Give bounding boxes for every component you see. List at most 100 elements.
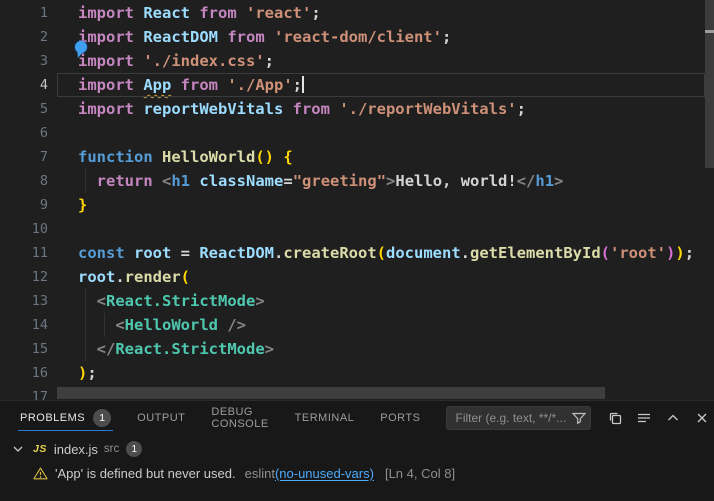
line-number[interactable]: 3 <box>0 49 57 73</box>
code-token: ; <box>87 364 96 382</box>
code-line[interactable]: import App from './App'; <box>57 73 705 97</box>
code-token: > <box>265 340 274 358</box>
problem-count-badge: 1 <box>126 441 142 457</box>
code-token <box>78 340 97 358</box>
problem-rule-link[interactable]: (no-unused-vars) <box>275 466 374 481</box>
tab-ports[interactable]: PORTS <box>380 401 420 434</box>
code-token: root <box>78 268 115 286</box>
tab-label: PORTS <box>380 412 420 424</box>
code-token: ; <box>311 4 320 22</box>
code-line[interactable] <box>57 217 705 241</box>
code-token: ; <box>685 244 694 262</box>
code-line[interactable]: const root = ReactDOM.createRoot(documen… <box>57 241 705 265</box>
close-icon[interactable] <box>691 407 713 429</box>
code-token: = <box>283 172 292 190</box>
list-lines-icon[interactable] <box>633 407 655 429</box>
line-number[interactable]: 1 <box>0 1 57 25</box>
code-token <box>274 148 283 166</box>
tab-label: DEBUG CONSOLE <box>211 406 268 430</box>
line-number[interactable]: 8 <box>0 169 57 193</box>
code-token: React <box>143 4 199 22</box>
code-line[interactable]: } <box>57 193 705 217</box>
line-number[interactable]: 13 <box>0 289 57 313</box>
line-number[interactable]: 15 <box>0 337 57 361</box>
code-line[interactable]: </React.StrictMode> <box>57 337 705 361</box>
code-token: ReactDOM <box>199 244 274 262</box>
overview-ruler-mark <box>705 30 714 33</box>
code-line[interactable] <box>57 121 705 145</box>
line-number[interactable]: 7 <box>0 145 57 169</box>
code-line[interactable]: <React.StrictMode> <box>57 289 705 313</box>
code-token: './index.css' <box>143 52 264 70</box>
line-number[interactable]: 9 <box>0 193 57 217</box>
code-editor[interactable]: 1234567891011121314151617 import React f… <box>0 0 714 400</box>
vertical-scrollbar-thumb[interactable] <box>705 0 714 168</box>
line-number[interactable]: 5 <box>0 97 57 121</box>
line-number[interactable]: 4 <box>0 73 57 97</box>
code-token: > <box>386 172 395 190</box>
file-path: src <box>104 443 119 455</box>
code-token: React.StrictMode <box>115 340 264 358</box>
tab-debug-console[interactable]: DEBUG CONSOLE <box>211 401 268 434</box>
line-number[interactable]: 14 <box>0 313 57 337</box>
line-number[interactable]: 16 <box>0 361 57 385</box>
tab-badge: 1 <box>93 409 111 427</box>
code-token: return <box>97 172 162 190</box>
code-content[interactable]: import React from 'react';import ReactDO… <box>57 1 705 400</box>
line-number[interactable]: 11 <box>0 241 57 265</box>
copy-icon[interactable] <box>604 407 626 429</box>
code-token: </ <box>517 172 536 190</box>
code-line[interactable]: import './index.css'; <box>57 49 705 73</box>
bottom-panel: PROBLEMS1 OUTPUT DEBUG CONSOLE TERMINAL PORT… <box>0 400 714 501</box>
vertical-scrollbar[interactable] <box>705 0 714 400</box>
tab-terminal[interactable]: TERMINAL <box>295 401 355 434</box>
code-token: createRoot <box>283 244 376 262</box>
code-token: import <box>78 52 143 70</box>
tab-label: OUTPUT <box>137 412 185 424</box>
code-token: 'react-dom/client' <box>274 28 442 46</box>
line-number[interactable]: 17 <box>0 385 57 400</box>
chevron-up-icon[interactable] <box>662 407 684 429</box>
filter-input[interactable] <box>446 406 591 430</box>
problems-tree: JS index.js src 1 'App' is defined but n… <box>0 434 714 485</box>
line-number[interactable]: 12 <box>0 265 57 289</box>
horizontal-scrollbar-thumb[interactable] <box>57 387 605 399</box>
code-line[interactable]: root.render( <box>57 265 705 289</box>
code-token: const <box>78 244 134 262</box>
line-number-gutter[interactable]: 1234567891011121314151617 <box>0 1 57 400</box>
code-token: React.StrictMode <box>106 292 255 310</box>
code-token: { <box>283 148 292 166</box>
text-cursor <box>302 76 304 93</box>
code-token: './App' <box>227 76 292 94</box>
code-token: h1 <box>171 172 190 190</box>
code-line[interactable]: import reportWebVitals from './reportWeb… <box>57 97 705 121</box>
tab-output[interactable]: OUTPUT <box>137 401 185 434</box>
problems-file-row[interactable]: JS index.js src 1 <box>0 437 714 461</box>
vscode-window: 1234567891011121314151617 import React f… <box>0 0 714 501</box>
code-token <box>78 172 97 190</box>
code-line[interactable]: import ReactDOM from 'react-dom/client'; <box>57 25 705 49</box>
problem-row[interactable]: 'App' is defined but never used. eslint(… <box>0 461 714 485</box>
code-token: from <box>293 100 340 118</box>
line-number[interactable]: 10 <box>0 217 57 241</box>
tab-problems[interactable]: PROBLEMS1 <box>20 401 111 434</box>
code-token: ) <box>675 244 684 262</box>
code-token: < <box>97 292 106 310</box>
line-number[interactable]: 6 <box>0 121 57 145</box>
code-line[interactable]: import React from 'react'; <box>57 1 705 25</box>
code-line[interactable]: ); <box>57 361 705 385</box>
code-token: > <box>255 292 264 310</box>
code-token: import <box>78 100 143 118</box>
code-token: from <box>199 4 246 22</box>
line-number[interactable]: 2 <box>0 25 57 49</box>
code-token: () <box>255 148 274 166</box>
code-line[interactable]: function HelloWorld() { <box>57 145 705 169</box>
code-token: = <box>181 244 200 262</box>
panel-actions <box>446 406 713 430</box>
file-name: index.js <box>54 442 98 457</box>
horizontal-scrollbar[interactable] <box>57 387 705 399</box>
code-line[interactable]: return <h1 className="greeting">Hello, w… <box>57 169 705 193</box>
code-token: ) <box>78 364 87 382</box>
code-token: ; <box>517 100 526 118</box>
code-line[interactable]: <HelloWorld /> <box>57 313 705 337</box>
